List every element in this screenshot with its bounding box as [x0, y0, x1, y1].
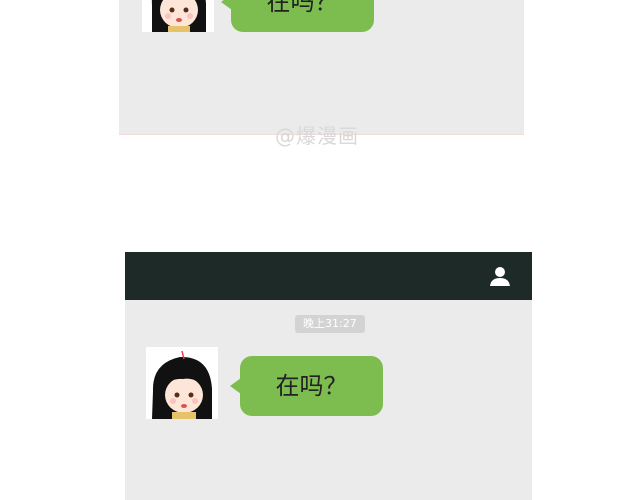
message-bubble[interactable]: 在吗？: [230, 356, 383, 416]
chat-panel-top: 在吗？: [119, 0, 524, 135]
chat-panel-bottom: 晚上31:27 在吗？: [125, 252, 532, 500]
message-bubble[interactable]: 在吗？: [221, 0, 374, 32]
avatar[interactable]: [146, 347, 218, 419]
girl-avatar-icon: [142, 0, 214, 32]
watermark: @爆漫画: [275, 124, 359, 148]
message-text: 在吗？: [275, 372, 348, 400]
avatar[interactable]: [142, 0, 214, 32]
message-text: 在吗？: [266, 0, 339, 16]
timestamp: 晚上31:27: [295, 315, 365, 333]
contact-icon[interactable]: [488, 264, 512, 288]
girl-avatar-icon: [146, 347, 218, 419]
chat-header: [125, 252, 532, 300]
